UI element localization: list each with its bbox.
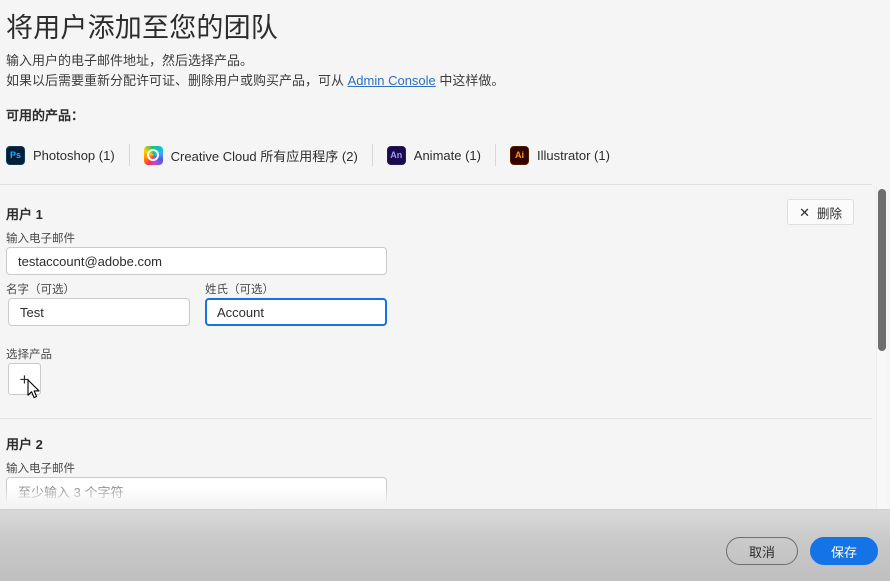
user-1-firstname-label: 名字（可选） (6, 284, 75, 296)
photoshop-icon: Ps (6, 145, 25, 165)
add-users-dialog: 将用户添加至您的团队 输入用户的电子邮件地址，然后选择产品。 如果以后需要重新分… (0, 0, 890, 581)
dialog-footer: 取消 保存 (0, 509, 890, 581)
admin-console-link[interactable]: Admin Console (348, 73, 436, 88)
product-name-creative-cloud: Creative Cloud 所有应用程序 (2) (170, 148, 358, 164)
user-1-email-input[interactable]: testaccount@adobe.com (6, 247, 387, 275)
page-title: 将用户添加至您的团队 (6, 13, 278, 43)
user-2-email-input[interactable]: 至少输入 3 个字符 (6, 477, 387, 505)
user-1-lastname-label: 姓氏（可选） (205, 284, 274, 296)
save-button[interactable]: 保存 (810, 537, 878, 565)
delete-user-1-button[interactable]: ✕ 删除 (787, 199, 854, 225)
user-2-heading: 用户 2 (6, 437, 43, 452)
animate-icon: An (386, 145, 406, 165)
plus-icon: + (19, 369, 30, 389)
intro-text-line-2: 如果以后需要重新分配许可证、删除用户或购买产品，可从 Admin Console… (6, 70, 504, 89)
product-chip-photoshop: Ps Photoshop (1) (6, 142, 115, 168)
user-1-heading: 用户 1 (6, 207, 43, 222)
user-2-email-label: 输入电子邮件 (6, 463, 75, 475)
intro-text-suffix: 中这样做。 (435, 73, 505, 88)
close-icon: ✕ (799, 204, 810, 220)
product-name-animate: Animate (1) (413, 147, 481, 163)
user-1-lastname-input[interactable]: Account (205, 298, 387, 326)
product-chip-illustrator: Ai Illustrator (1) (509, 142, 610, 168)
product-chip-creative-cloud: Creative Cloud 所有应用程序 (2) (143, 142, 358, 168)
user-1-email-label: 输入电子邮件 (6, 233, 75, 245)
available-products-strip: Ps Photoshop (1) Creative Cloud 所有应用程序 (… (6, 142, 610, 168)
delete-user-1-label: 删除 (816, 206, 842, 221)
product-chip-animate: An Animate (1) (386, 142, 481, 168)
available-products-label: 可用的产品： (6, 108, 85, 123)
cancel-button[interactable]: 取消 (726, 537, 798, 565)
product-separator (128, 144, 130, 166)
product-separator (494, 144, 496, 166)
product-name-photoshop: Photoshop (1) (33, 147, 115, 163)
illustrator-icon: Ai (509, 145, 529, 165)
product-name-illustrator: Illustrator (1) (536, 147, 610, 163)
intro-text-line-1: 输入用户的电子邮件地址，然后选择产品。 (6, 53, 254, 68)
creative-cloud-ring (147, 149, 160, 161)
user-1-add-product-button[interactable]: + (8, 363, 41, 395)
users-scroll-region[interactable]: 用户 1 ✕ 删除 输入电子邮件 testaccount@adobe.com 名… (0, 185, 872, 507)
footer-divider (0, 509, 890, 510)
user-row-divider (0, 418, 872, 419)
creative-cloud-icon (143, 145, 163, 165)
user-1-firstname-input[interactable]: Test (8, 298, 190, 326)
product-separator (371, 144, 373, 166)
scrollbar-thumb[interactable] (878, 189, 886, 351)
user-1-products-label: 选择产品 (6, 349, 52, 361)
intro-text-prefix: 如果以后需要重新分配许可证、删除用户或购买产品，可从 (6, 73, 348, 88)
